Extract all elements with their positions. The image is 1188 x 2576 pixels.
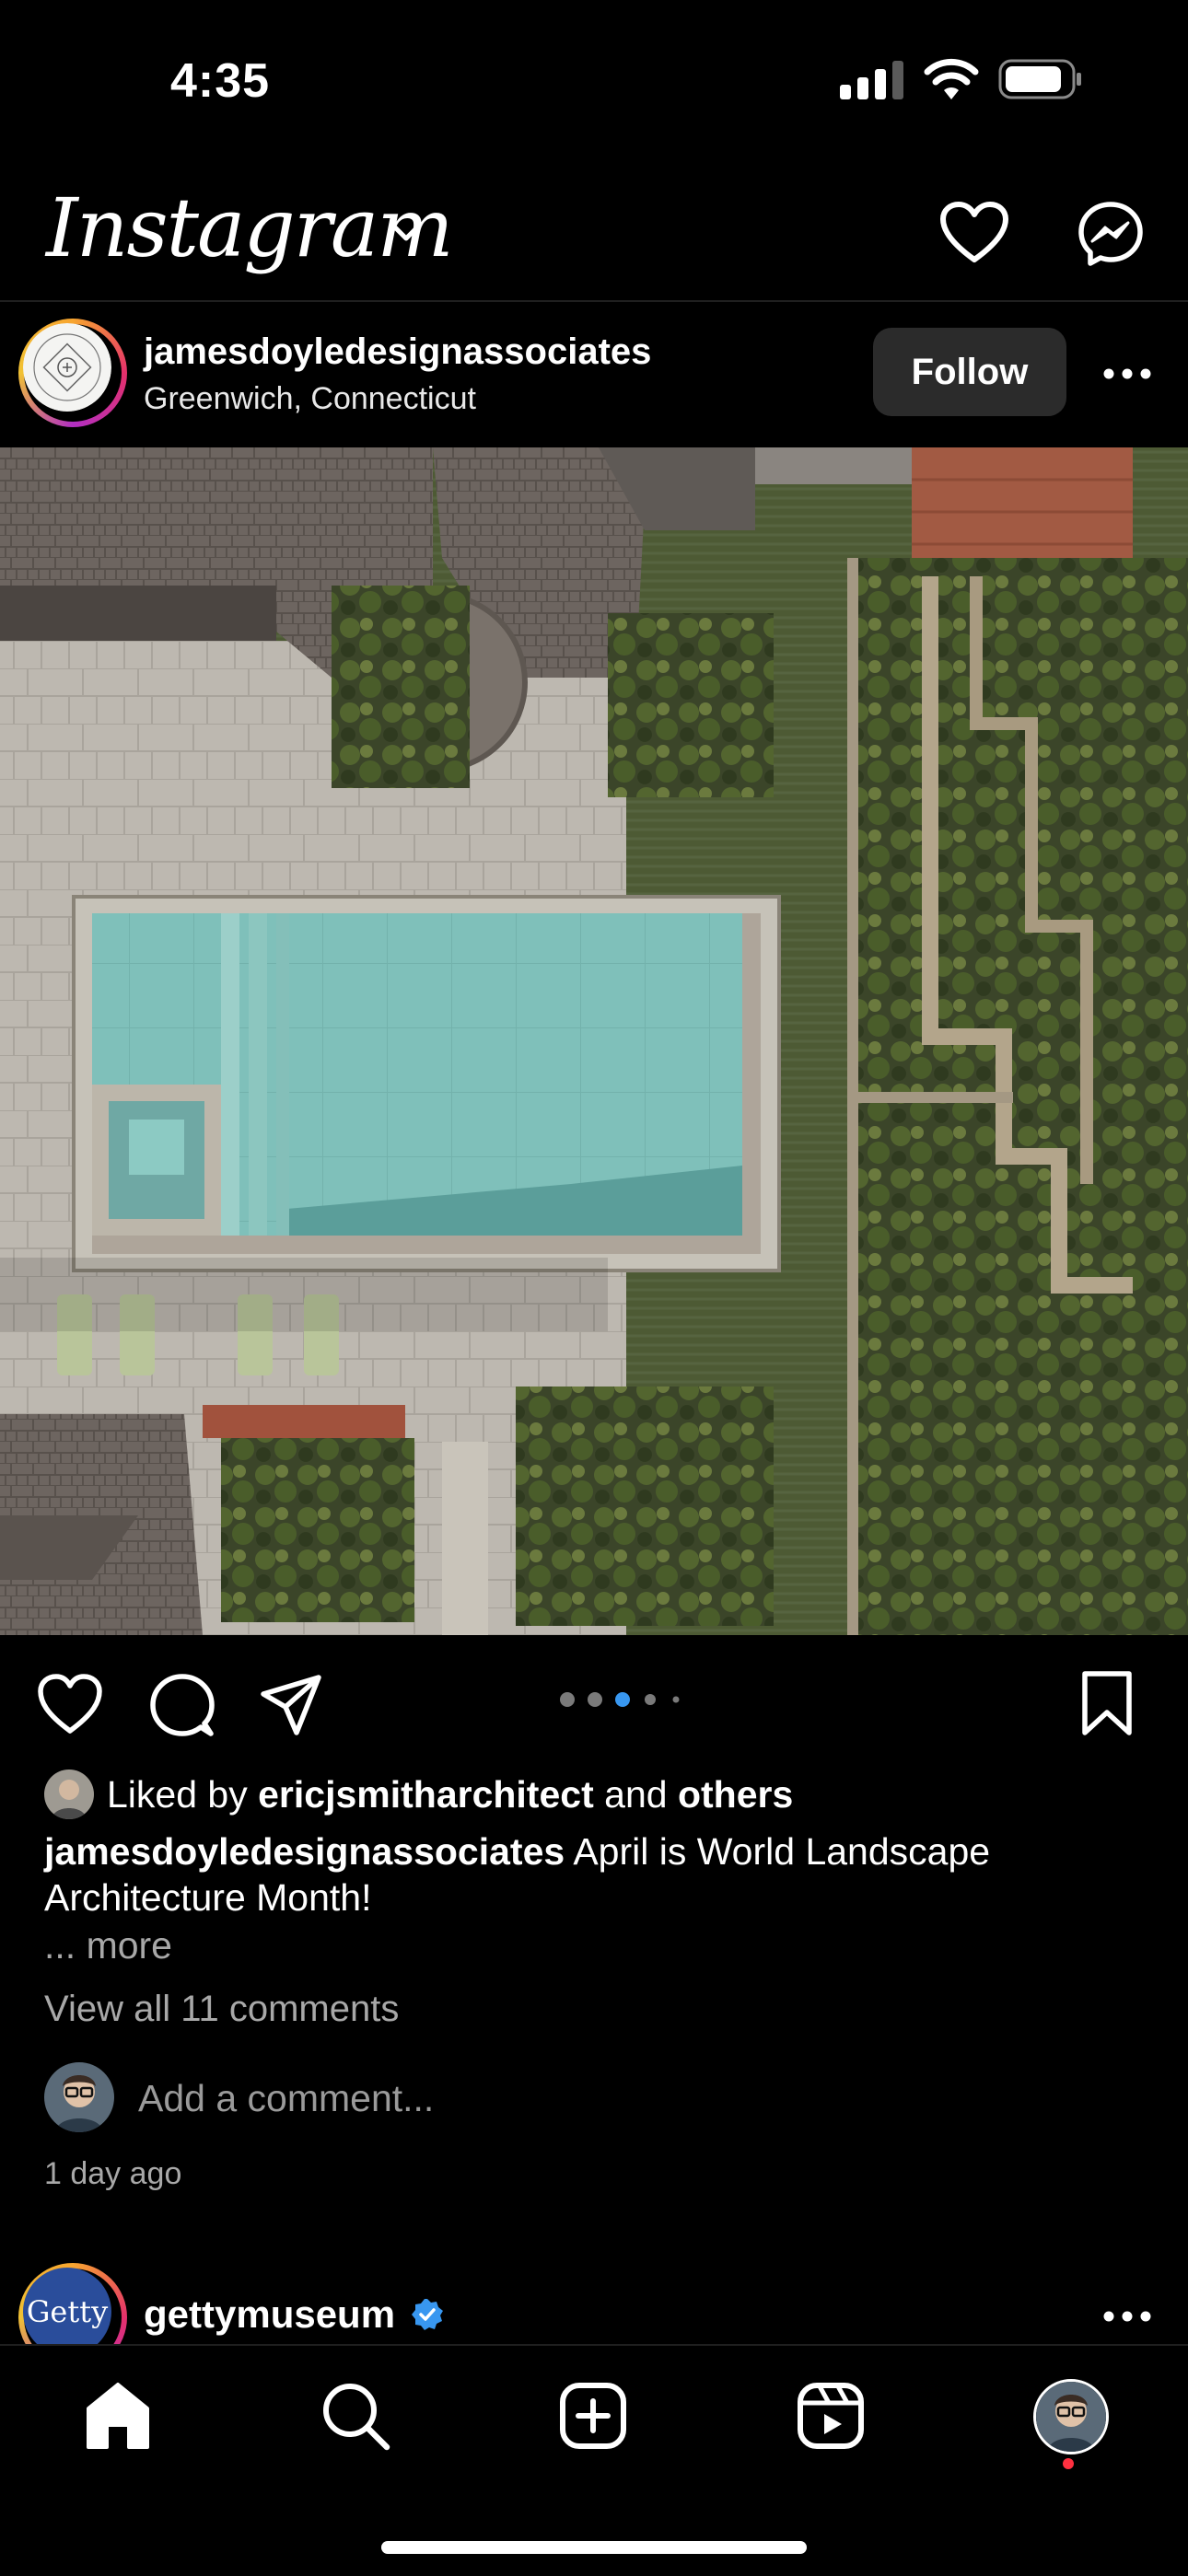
liker-username[interactable]: ericjsmitharchitect xyxy=(258,1773,594,1816)
add-comment-input[interactable] xyxy=(138,2073,875,2123)
battery-icon xyxy=(998,59,1081,99)
messenger-icon[interactable] xyxy=(1077,201,1144,267)
more-options-icon[interactable] xyxy=(1100,365,1155,383)
share-send-icon[interactable] xyxy=(258,1672,324,1738)
view-comments-link[interactable]: View all 11 comments xyxy=(44,1989,399,2030)
verified-badge-icon xyxy=(412,2299,443,2330)
header-divider xyxy=(0,300,1188,302)
activity-heart-icon[interactable] xyxy=(939,201,1009,265)
notification-dot xyxy=(1063,2458,1074,2469)
bookmark-icon[interactable] xyxy=(1079,1670,1135,1736)
chevron-down-icon[interactable] xyxy=(387,219,425,245)
profile-icon[interactable] xyxy=(1033,2379,1109,2454)
post-timestamp: 1 day ago xyxy=(44,2156,182,2191)
follow-button[interactable]: Follow xyxy=(873,328,1066,416)
jdda-logo-icon xyxy=(23,323,111,412)
liker-avatar[interactable] xyxy=(44,1770,94,1819)
search-icon[interactable] xyxy=(319,2379,392,2453)
post-photo[interactable] xyxy=(0,447,1188,1635)
home-indicator[interactable] xyxy=(381,2541,807,2554)
carousel-indicator xyxy=(560,1692,680,1707)
create-icon[interactable] xyxy=(556,2379,630,2453)
wifi-icon xyxy=(924,58,979,99)
post-username[interactable]: jamesdoyledesignassociates xyxy=(144,331,651,373)
post-caption: jamesdoyledesignassociates April is Worl… xyxy=(44,1828,1149,1920)
current-user-avatar xyxy=(44,2062,114,2132)
post-author-avatar[interactable] xyxy=(18,319,127,427)
caption-more-link[interactable]: ... more xyxy=(44,1924,172,1967)
post-location[interactable]: Greenwich, Connecticut xyxy=(144,381,476,417)
status-time: 4:35 xyxy=(170,54,271,108)
cellular-signal-icon xyxy=(840,61,903,99)
next-post-username[interactable]: gettymuseum xyxy=(144,2292,395,2337)
caption-author[interactable]: jamesdoyledesignassociates xyxy=(44,1830,565,1873)
like-heart-icon[interactable] xyxy=(37,1672,103,1738)
next-post-more-icon[interactable] xyxy=(1100,2307,1155,2326)
likes-conj: and xyxy=(604,1773,668,1816)
aerial-pool-image xyxy=(0,447,1188,1635)
likes-summary[interactable]: Liked by ericjsmitharchitect and others xyxy=(107,1773,793,1816)
getty-avatar-text: Getty xyxy=(26,2294,109,2329)
comment-icon[interactable] xyxy=(149,1672,215,1738)
likes-others[interactable]: others xyxy=(678,1773,793,1816)
home-icon[interactable] xyxy=(81,2379,155,2453)
reels-icon[interactable] xyxy=(794,2379,868,2453)
likes-prefix: Liked by xyxy=(107,1773,248,1816)
